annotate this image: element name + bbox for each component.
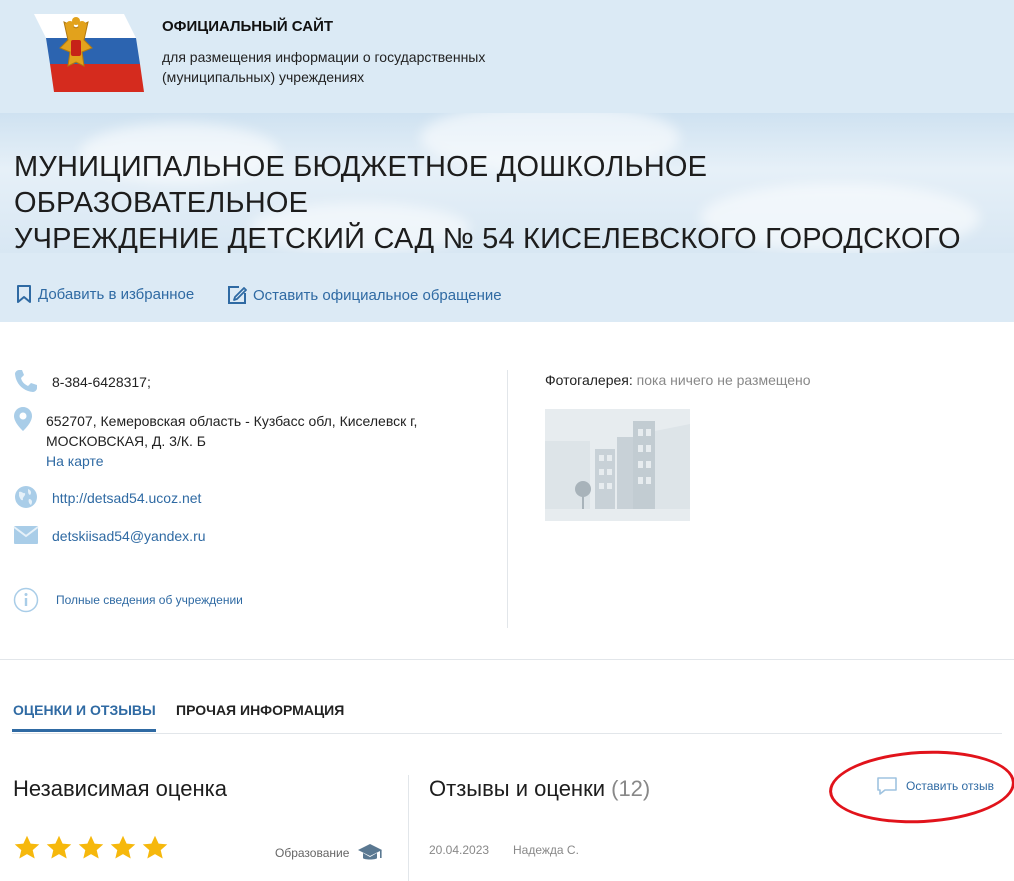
official-appeal-label: Оставить официальное обращение <box>253 286 502 304</box>
building-placeholder-icon <box>545 409 690 521</box>
review-author: Надежда С. <box>513 843 579 857</box>
phone-row: 8-384-6428317; <box>12 367 151 395</box>
site-subtitle-line1: для размещения информации о государствен… <box>162 49 486 65</box>
review-date: 20.04.2023 <box>429 843 490 857</box>
star-icon <box>46 835 72 859</box>
site-title: ОФИЦИАЛЬНЫЙ САЙТ <box>162 18 334 35</box>
star-icon <box>78 835 104 859</box>
gallery-label: Фотогалерея: пока ничего не размещено <box>545 372 811 388</box>
highlight-annotation <box>827 746 1014 828</box>
location-pin-icon <box>12 405 34 433</box>
tab-reviews[interactable]: ОЦЕНКИ И ОТЗЫВЫ <box>13 702 156 718</box>
section-divider <box>0 659 1014 660</box>
reviews-title: Отзывы и оценки (12) <box>429 776 650 802</box>
category-label: Образование <box>275 846 350 860</box>
star-icon <box>142 835 168 859</box>
official-appeal-button[interactable]: Оставить официальное обращение <box>227 285 502 305</box>
add-to-favorites-button[interactable]: Добавить в избранное <box>16 285 194 303</box>
address-block: 652707, Кемеровская область - Кузбасс об… <box>46 405 417 471</box>
tab-other-info[interactable]: ПРОЧАЯ ИНФОРМАЦИЯ <box>176 702 344 718</box>
category-education[interactable]: Образование <box>275 842 383 864</box>
russian-coat-of-arms-flag-icon[interactable] <box>14 10 144 94</box>
email-link[interactable]: detskiisad54@yandex.ru <box>52 521 206 546</box>
independent-rating-title: Независимая оценка <box>13 776 227 801</box>
phone-icon <box>12 367 40 395</box>
organization-name: МУНИЦИПАЛЬНОЕ БЮДЖЕТНОЕ ДОШКОЛЬНОЕ ОБРАЗ… <box>14 149 1004 253</box>
bookmark-icon <box>17 285 31 303</box>
full-info-link[interactable]: Полные сведения об учреждении <box>56 586 243 610</box>
tabs-baseline <box>12 733 1002 734</box>
graduation-cap-icon <box>358 844 383 860</box>
gallery-title: Фотогалерея: <box>545 372 633 388</box>
actions-bar: Добавить в избранное Оставить официально… <box>0 253 1014 322</box>
reviews-count: (12) <box>611 776 651 801</box>
star-icon <box>110 835 136 859</box>
reviews-divider <box>408 775 409 881</box>
add-to-favorites-label: Добавить в избранное <box>38 285 195 303</box>
site-header: ОФИЦИАЛЬНЫЙ САЙТ для размещения информац… <box>0 0 1014 113</box>
site-subtitle: для размещения информации о государствен… <box>162 47 542 87</box>
site-subtitle-line2: (муниципальных) учреждениях <box>162 69 365 85</box>
gallery-placeholder-image[interactable] <box>545 409 690 521</box>
organization-banner: МУНИЦИПАЛЬНОЕ БЮДЖЕТНОЕ ДОШКОЛЬНОЕ ОБРАЗ… <box>0 113 1014 253</box>
reviews-title-text: Отзывы и оценки <box>429 776 605 801</box>
envelope-icon <box>12 521 40 549</box>
organization-name-line2: УЧРЕЖДЕНИЕ ДЕТСКИЙ САД № 54 КИСЕЛЕВСКОГО… <box>14 223 961 253</box>
rating-stars <box>13 834 169 862</box>
website-row: http://detsad54.ucoz.net <box>12 483 201 511</box>
star-icon <box>14 835 40 859</box>
active-tab-indicator <box>12 729 156 732</box>
address-line1: 652707, Кемеровская область - Кузбасс об… <box>46 413 418 429</box>
info-icon <box>12 586 40 614</box>
address-row: 652707, Кемеровская область - Кузбасс об… <box>12 405 417 471</box>
email-row: detskiisad54@yandex.ru <box>12 521 206 549</box>
map-link[interactable]: На карте <box>46 453 104 469</box>
address-line2: МОСКОВСКАЯ, Д. 3/К. Б <box>46 433 206 449</box>
organization-name-line1: МУНИЦИПАЛЬНОЕ БЮДЖЕТНОЕ ДОШКОЛЬНОЕ ОБРАЗ… <box>14 151 708 219</box>
gallery-status: пока ничего не размещено <box>636 372 811 388</box>
globe-icon <box>12 483 40 511</box>
website-link[interactable]: http://detsad54.ucoz.net <box>52 483 201 508</box>
full-info-row: Полные сведения об учреждении <box>12 586 243 614</box>
edit-icon <box>228 286 247 304</box>
phone-number: 8-384-6428317; <box>52 374 151 390</box>
info-divider <box>507 370 508 628</box>
